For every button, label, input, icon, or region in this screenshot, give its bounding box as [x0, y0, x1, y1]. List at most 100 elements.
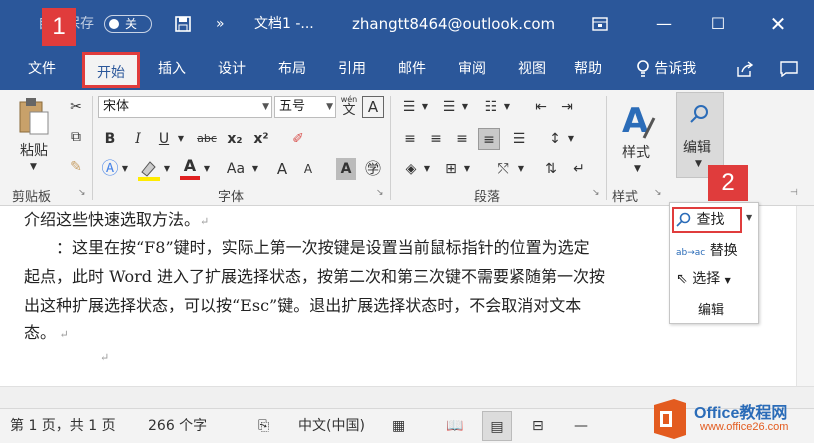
vertical-scrollbar[interactable]	[796, 206, 814, 386]
format-painter-icon[interactable]: ✎	[66, 156, 86, 178]
shrink-font-button[interactable]: A	[298, 158, 318, 180]
borders-icon[interactable]: ⊞	[440, 158, 462, 180]
highlight-dropdown-icon[interactable]: ▼	[162, 158, 172, 180]
zoom-out-icon[interactable]: —	[574, 409, 588, 443]
word-count[interactable]: 266 个字	[148, 409, 207, 443]
shading-dropdown-icon[interactable]: ▼	[422, 158, 432, 180]
highlight-color-icon[interactable]	[136, 158, 162, 182]
tab-insert[interactable]: 插入	[148, 48, 196, 90]
find-menu-item[interactable]: 查找	[676, 208, 724, 232]
align-right-icon[interactable]: ≡	[452, 128, 472, 150]
bold-button[interactable]: B	[100, 128, 120, 150]
tab-file[interactable]: 文件	[18, 48, 66, 90]
collapse-ribbon-icon[interactable]: ⊣	[790, 188, 798, 198]
find-dropdown-icon[interactable]: ▼	[746, 213, 752, 222]
phonetic-guide-icon[interactable]: wén 文	[338, 94, 360, 120]
justify-icon[interactable]: ≡	[478, 128, 500, 150]
font-launcher-icon[interactable]: ↘	[376, 188, 384, 198]
font-color-dropdown-icon[interactable]: ▼	[202, 158, 212, 180]
paste-dropdown-icon[interactable]: ▼	[30, 162, 37, 172]
replace-label: 替换	[709, 243, 738, 259]
proofing-icon[interactable]: ⎘	[258, 409, 269, 443]
numbering-icon[interactable]: ☰	[438, 96, 460, 118]
enclose-characters-icon[interactable]: ㊫	[362, 158, 384, 180]
clipboard-launcher-icon[interactable]: ↘	[78, 188, 86, 198]
tab-layout[interactable]: 布局	[268, 48, 316, 90]
tab-references[interactable]: 引用	[328, 48, 376, 90]
language-status[interactable]: 中文(中国)	[298, 409, 365, 443]
maximize-button[interactable]: ☐	[698, 0, 738, 48]
multilevel-list-icon[interactable]: ☷	[480, 96, 502, 118]
paste-icon[interactable]	[18, 96, 50, 136]
print-layout-icon[interactable]: ▤	[482, 411, 512, 441]
subscript-button[interactable]: x₂	[224, 128, 246, 150]
styles-icon[interactable]: A	[618, 98, 658, 142]
decrease-indent-icon[interactable]: ⇤	[530, 96, 552, 118]
show-marks-icon[interactable]: ↵	[568, 158, 590, 180]
paragraph-launcher-icon[interactable]: ↘	[592, 188, 600, 198]
strikethrough-button[interactable]: abc	[192, 128, 222, 150]
align-center-icon[interactable]: ≡	[426, 128, 446, 150]
sort-icon[interactable]: ⇅	[540, 158, 562, 180]
edit-dropdown-menu: 查找 ▼ ab→ac 替换 ⇖ 选择 ▼ 编辑	[669, 202, 759, 324]
underline-dropdown-icon[interactable]: ▼	[176, 128, 186, 150]
italic-button[interactable]: I	[128, 128, 148, 150]
replace-menu-item[interactable]: ab→ac 替换	[676, 239, 738, 263]
styles-button[interactable]: 样式	[622, 142, 650, 162]
web-layout-icon[interactable]: ⊟	[532, 409, 544, 443]
numbering-dropdown-icon[interactable]: ▼	[460, 96, 470, 118]
more-commands-icon[interactable]: »	[216, 0, 225, 48]
chinese-layout-icon[interactable]: ⤲	[490, 158, 516, 180]
autosave-toggle[interactable]: 关	[104, 15, 152, 33]
cut-icon[interactable]: ✂	[66, 96, 86, 118]
minimize-button[interactable]: —	[644, 0, 684, 48]
font-name-combo[interactable]: 宋体 ▼	[98, 96, 272, 118]
tab-help[interactable]: 帮助	[564, 48, 612, 90]
align-left-icon[interactable]: ≡	[400, 128, 420, 150]
paragraph-mark: ↵	[100, 351, 110, 364]
page-count[interactable]: 第 1 页，共 1 页	[10, 409, 116, 443]
close-button[interactable]: ✕	[758, 0, 798, 48]
copy-icon[interactable]: ⧉	[66, 126, 86, 148]
styles-dropdown-icon[interactable]: ▼	[634, 164, 641, 174]
text-effects-dropdown-icon[interactable]: ▼	[120, 158, 130, 180]
tab-design[interactable]: 设计	[208, 48, 256, 90]
tab-review[interactable]: 审阅	[448, 48, 496, 90]
grow-font-button[interactable]: A	[272, 158, 292, 180]
save-icon[interactable]	[175, 0, 191, 48]
text-effects-icon[interactable]: Ⓐ	[100, 158, 120, 180]
distributed-icon[interactable]: ☰	[508, 128, 530, 150]
bullets-dropdown-icon[interactable]: ▼	[420, 96, 430, 118]
select-menu-item[interactable]: ⇖ 选择 ▼	[676, 267, 731, 291]
tab-home[interactable]: 开始	[82, 52, 140, 88]
shading-icon[interactable]: ◈	[400, 158, 422, 180]
styles-launcher-icon[interactable]: ↘	[654, 188, 662, 198]
share-icon[interactable]	[728, 48, 762, 90]
paste-button[interactable]: 粘贴	[20, 140, 48, 160]
font-size-combo[interactable]: 五号 ▼	[274, 96, 336, 118]
change-case-button[interactable]: Aa	[222, 158, 250, 180]
borders-dropdown-icon[interactable]: ▼	[462, 158, 472, 180]
macro-icon[interactable]: ▦	[392, 409, 405, 443]
change-case-dropdown-icon[interactable]: ▼	[250, 158, 260, 180]
chinese-layout-dropdown-icon[interactable]: ▼	[516, 158, 526, 180]
bullets-icon[interactable]: ☰	[398, 96, 420, 118]
multilevel-dropdown-icon[interactable]: ▼	[502, 96, 512, 118]
clear-formatting-icon[interactable]: ✐	[286, 128, 310, 150]
tab-view[interactable]: 视图	[508, 48, 556, 90]
tab-mailings[interactable]: 邮件	[388, 48, 436, 90]
line-spacing-dropdown-icon[interactable]: ▼	[566, 128, 576, 150]
character-shading-icon[interactable]: A	[336, 158, 356, 180]
character-border-icon[interactable]: A	[362, 96, 384, 118]
line-spacing-icon[interactable]: ↕	[544, 128, 566, 150]
read-mode-icon[interactable]: 📖	[446, 409, 463, 443]
ribbon-display-icon[interactable]	[592, 0, 608, 48]
superscript-button[interactable]: x²	[250, 128, 272, 150]
account-name[interactable]: zhangtt8464@outlook.com	[352, 0, 555, 48]
comments-icon[interactable]	[772, 48, 806, 90]
tell-me-search[interactable]: 告诉我	[626, 48, 706, 90]
font-color-icon[interactable]: A	[180, 156, 200, 182]
increase-indent-icon[interactable]: ⇥	[556, 96, 578, 118]
underline-button[interactable]: U	[154, 128, 174, 150]
ribbon-tabs: 文件 开始 插入 设计 布局 引用 邮件 审阅 视图 帮助 告诉我	[0, 48, 814, 90]
